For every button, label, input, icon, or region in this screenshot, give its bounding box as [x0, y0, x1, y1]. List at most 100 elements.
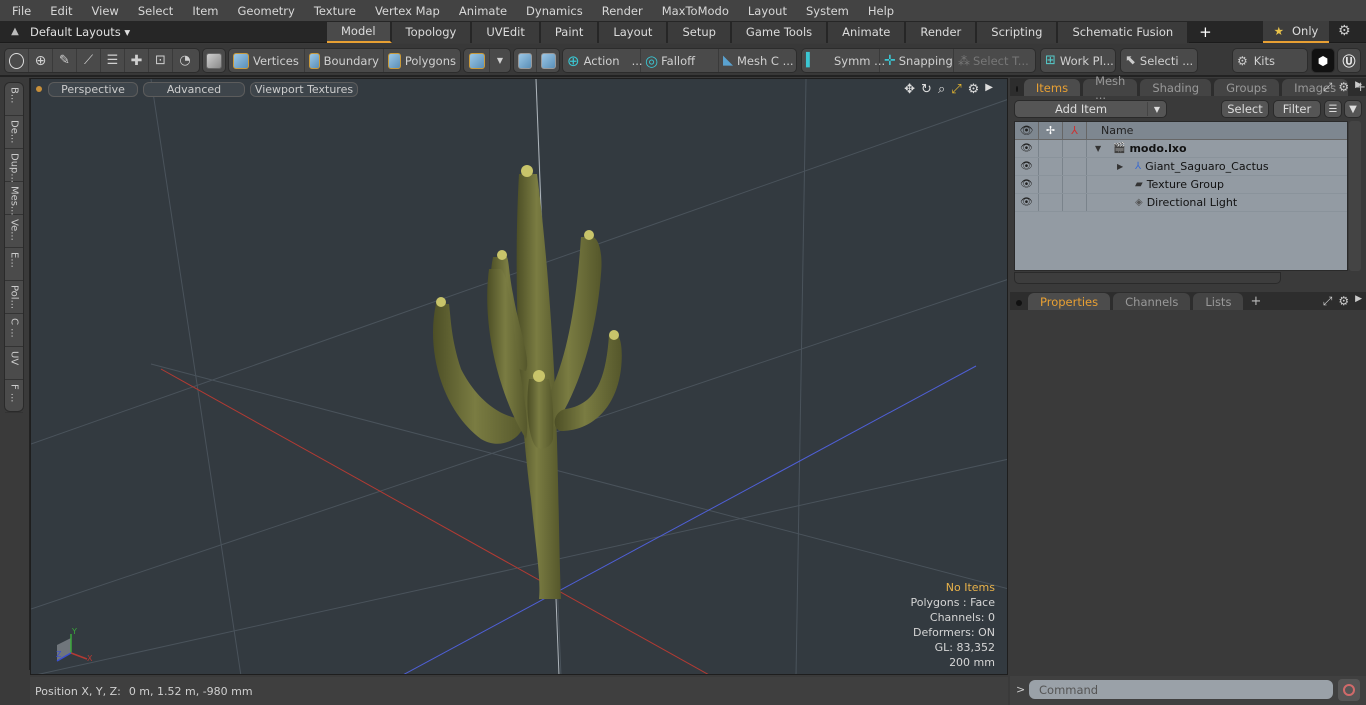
side-tab[interactable]: Mes... — [5, 182, 23, 216]
side-tab[interactable]: Pol... — [5, 281, 23, 314]
viewport-menu-dot[interactable] — [36, 86, 42, 92]
boundary-button[interactable]: Boundary — [305, 49, 384, 72]
visibility-toggle[interactable]: 👁 — [1015, 140, 1039, 157]
tab-render[interactable]: Render — [906, 21, 978, 43]
tree-row[interactable]: 👁 ◈ Directional Light — [1015, 194, 1347, 212]
tab-paint[interactable]: Paint — [540, 21, 600, 43]
visibility-toggle[interactable]: 👁 — [1015, 158, 1039, 175]
mesh-constraint-button[interactable]: ◣ Mesh C ... — [719, 49, 796, 72]
props-tab-channels[interactable]: Channels — [1113, 293, 1191, 310]
kits-button[interactable]: ⚙ Kits — [1232, 48, 1308, 73]
circle-select-button[interactable] — [5, 49, 29, 72]
polygons-button[interactable]: Polygons — [384, 49, 460, 72]
menu-layout[interactable]: Layout — [737, 4, 795, 18]
tab-topology[interactable]: Topology — [391, 21, 473, 43]
items-tab-groups[interactable]: Groups — [1214, 79, 1280, 96]
tree-row[interactable]: 👁 ▰ Texture Group — [1015, 176, 1347, 194]
collapse-up-icon[interactable]: ▲ — [0, 26, 30, 37]
tab-schematic-fusion[interactable]: Schematic Fusion — [1058, 21, 1190, 43]
viewport-gear-icon[interactable]: ⚙ — [968, 82, 980, 97]
props-menu-dot[interactable] — [1016, 300, 1022, 306]
work-plane-button[interactable]: ⊞ Work Pl... — [1040, 48, 1116, 73]
tab-model[interactable]: Model — [327, 21, 392, 43]
lock-toggle[interactable] — [1039, 176, 1063, 193]
menu-view[interactable]: View — [81, 4, 127, 18]
menu-help[interactable]: Help — [857, 4, 902, 18]
items-tab-mesh[interactable]: Mesh ... — [1083, 74, 1138, 102]
props-arrow-icon[interactable]: ▶ — [1355, 294, 1362, 309]
vertices-button[interactable]: Vertices — [229, 49, 305, 72]
square-circle-button[interactable]: ⊡ — [149, 49, 173, 72]
globe-button[interactable]: ⊕ — [29, 49, 53, 72]
tab-setup[interactable]: Setup — [668, 21, 732, 43]
side-tab[interactable]: Ve... — [5, 215, 23, 248]
side-tab[interactable]: E... — [5, 248, 23, 281]
filter-button[interactable]: Filter — [1273, 100, 1321, 118]
tree-row[interactable]: 👁 ▶ ⅄ Giant_Saguaro_Cactus — [1015, 158, 1347, 176]
menu-geometry[interactable]: Geometry — [227, 4, 303, 18]
menu-edit[interactable]: Edit — [39, 4, 80, 18]
side-tab[interactable]: B... — [5, 83, 23, 116]
cross-button[interactable]: ✚ — [125, 49, 149, 72]
center-mode-button[interactable] — [514, 49, 537, 72]
symmetry-button[interactable]: ▍ Symm ... — [802, 49, 885, 72]
side-tab[interactable]: F ... — [5, 380, 23, 413]
rotate-icon[interactable]: ↻ — [921, 82, 932, 97]
record-button[interactable] — [1338, 679, 1360, 701]
material-dropdown[interactable]: ▼ — [490, 49, 510, 72]
menu-maxtomodo[interactable]: MaxToModo — [651, 4, 737, 18]
tab-scripting[interactable]: Scripting — [977, 21, 1059, 43]
viewport-arrow-icon[interactable]: ▶ — [985, 82, 993, 97]
pen-button[interactable]: ✎ — [53, 49, 77, 72]
visibility-toggle[interactable]: 👁 — [1015, 176, 1039, 193]
filter-funnel-button[interactable]: ▼ — [1344, 100, 1362, 118]
snapping-button[interactable]: ✛ Snapping — [880, 49, 954, 72]
tree-row[interactable]: 👁 ▼ 🎬 modo.lxo — [1015, 140, 1347, 158]
unreal-button[interactable]: Ⓤ — [1337, 48, 1361, 73]
list-options-button[interactable]: ☰ — [1324, 100, 1342, 118]
falloff-button[interactable]: ◎ Falloff — [641, 49, 719, 72]
tree-horizontal-scrollbar[interactable] — [1014, 272, 1281, 284]
tab-animate[interactable]: Animate — [828, 21, 907, 43]
items-tab-shading[interactable]: Shading — [1140, 79, 1212, 96]
lasso-button[interactable]: ⟋ — [77, 49, 101, 72]
align-button[interactable]: ☰ — [101, 49, 125, 72]
tree-vertical-scrollbar[interactable] — [1349, 121, 1361, 271]
selection-sets-button[interactable]: ⬉ Selecti ... — [1120, 48, 1198, 73]
lock-toggle[interactable] — [1039, 140, 1063, 157]
add-tab-button[interactable]: + — [1189, 23, 1222, 41]
select-button[interactable]: Select — [1221, 100, 1269, 118]
lock-toggle[interactable] — [1039, 158, 1063, 175]
menu-animate[interactable]: Animate — [448, 4, 515, 18]
gear-icon[interactable]: ⚙ — [1338, 23, 1351, 39]
modo-cube-button[interactable]: ⬢ — [1311, 48, 1335, 73]
advanced-button[interactable]: Advanced — [143, 81, 245, 97]
side-tab[interactable]: Dup... — [5, 149, 23, 183]
menu-dynamics[interactable]: Dynamics — [515, 4, 591, 18]
visibility-toggle[interactable]: 👁 — [1015, 194, 1039, 211]
tab-layout[interactable]: Layout — [599, 21, 669, 43]
chevron-down-icon[interactable]: ▼ — [1148, 105, 1166, 114]
props-tab-lists[interactable]: Lists — [1193, 293, 1244, 310]
3d-viewport[interactable]: Y X Z Perspective Advanced Viewport Text… — [30, 78, 1008, 675]
menu-file[interactable]: File — [0, 4, 39, 18]
select-through-button[interactable]: ⁂ Select T... — [954, 49, 1034, 72]
expand-toggle-icon[interactable]: ▶ — [1117, 162, 1131, 171]
name-column-header[interactable]: Name — [1087, 122, 1133, 139]
menu-system[interactable]: System — [795, 4, 857, 18]
visibility-column-header[interactable]: 👁 — [1015, 122, 1039, 139]
type-column-header[interactable]: ⅄ — [1063, 122, 1087, 139]
item-mode-button[interactable] — [202, 48, 226, 73]
panel-arrow-icon[interactable]: ▶ — [1355, 80, 1362, 95]
side-tab[interactable]: C ... — [5, 314, 23, 347]
dial-button[interactable]: ◔ — [173, 49, 197, 72]
expand-toggle-icon[interactable]: ▼ — [1095, 144, 1109, 153]
pivot-mode-button[interactable] — [537, 49, 560, 72]
only-toggle[interactable]: ★ Only — [1263, 21, 1329, 43]
lock-toggle[interactable] — [1039, 194, 1063, 211]
command-input[interactable]: Command — [1029, 680, 1333, 699]
tab-game-tools[interactable]: Game Tools — [731, 21, 829, 43]
layout-dropdown[interactable]: Default Layouts ▾ — [30, 25, 327, 39]
action-center-button[interactable]: ⊕ Action... — [563, 49, 643, 72]
lock-column-header[interactable]: ✢ — [1039, 122, 1063, 139]
